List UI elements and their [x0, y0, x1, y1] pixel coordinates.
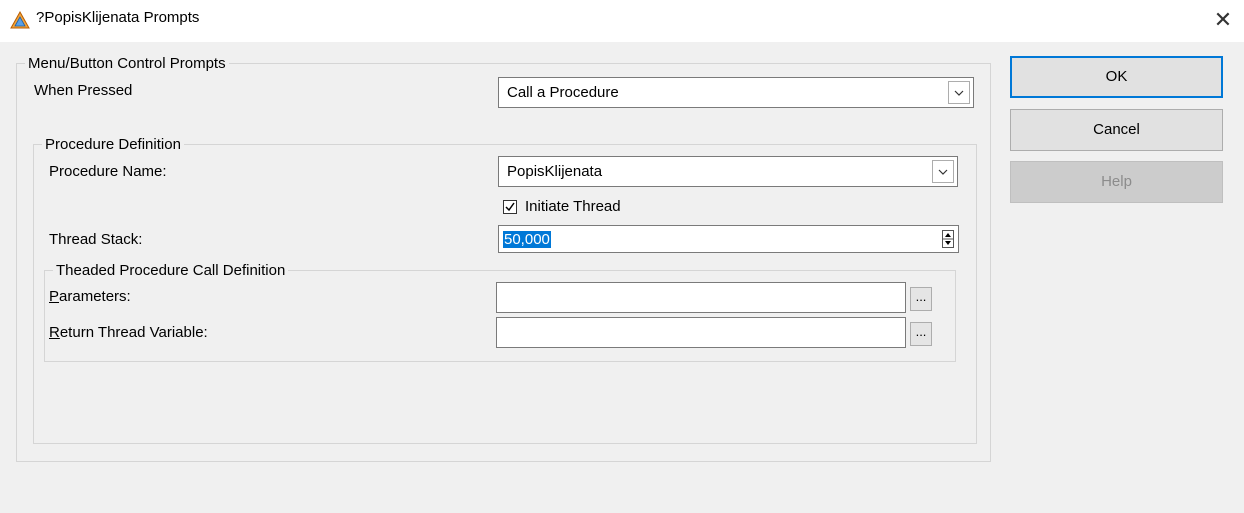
thread-stack-spinner[interactable]: 50,000: [498, 225, 959, 253]
return-accelerator: R: [49, 324, 60, 341]
when-pressed-label: When Pressed: [34, 82, 133, 99]
procedure-definition-legend: Procedure Definition: [45, 136, 181, 153]
parameters-accelerator: P: [49, 288, 60, 305]
parameters-browse-button[interactable]: ...: [910, 287, 932, 311]
initiate-thread-label[interactable]: Initiate Thread: [525, 198, 621, 215]
window-title: ?PopisKlijenata Prompts: [36, 9, 200, 26]
when-pressed-dropdown[interactable]: Call a Procedure: [498, 77, 974, 108]
initiate-thread-checkbox[interactable]: [503, 200, 517, 214]
threaded-call-legend: Theaded Procedure Call Definition: [56, 262, 286, 279]
return-thread-variable-label: Return Thread Variable:: [49, 324, 208, 341]
ok-button[interactable]: OK: [1010, 56, 1223, 98]
chevron-down-icon[interactable]: [932, 160, 954, 183]
thread-stack-value: 50,000: [503, 231, 551, 248]
close-icon[interactable]: ✕: [1212, 9, 1234, 31]
procedure-name-dropdown[interactable]: PopisKlijenata: [498, 156, 958, 187]
menu-button-control-legend: Menu/Button Control Prompts: [28, 55, 226, 72]
return-thread-variable-input[interactable]: [496, 317, 906, 348]
procedure-name-label: Procedure Name:: [49, 163, 167, 180]
parameters-label: Parameters:: [49, 288, 131, 305]
thread-stack-label: Thread Stack:: [49, 231, 143, 248]
when-pressed-value: Call a Procedure: [507, 84, 619, 101]
return-label-text: eturn Thread Variable:: [59, 324, 208, 341]
return-browse-button[interactable]: ...: [910, 322, 932, 346]
app-icon: [10, 10, 30, 29]
cancel-button[interactable]: Cancel: [1010, 109, 1223, 151]
help-button[interactable]: Help: [1010, 161, 1223, 203]
spin-arrows-icon[interactable]: [942, 230, 954, 248]
checkmark-icon: [505, 202, 515, 212]
procedure-name-value: PopisKlijenata: [507, 163, 603, 180]
chevron-down-icon[interactable]: [948, 81, 970, 104]
parameters-label-text: arameters:: [59, 288, 131, 305]
parameters-input[interactable]: [496, 282, 906, 313]
